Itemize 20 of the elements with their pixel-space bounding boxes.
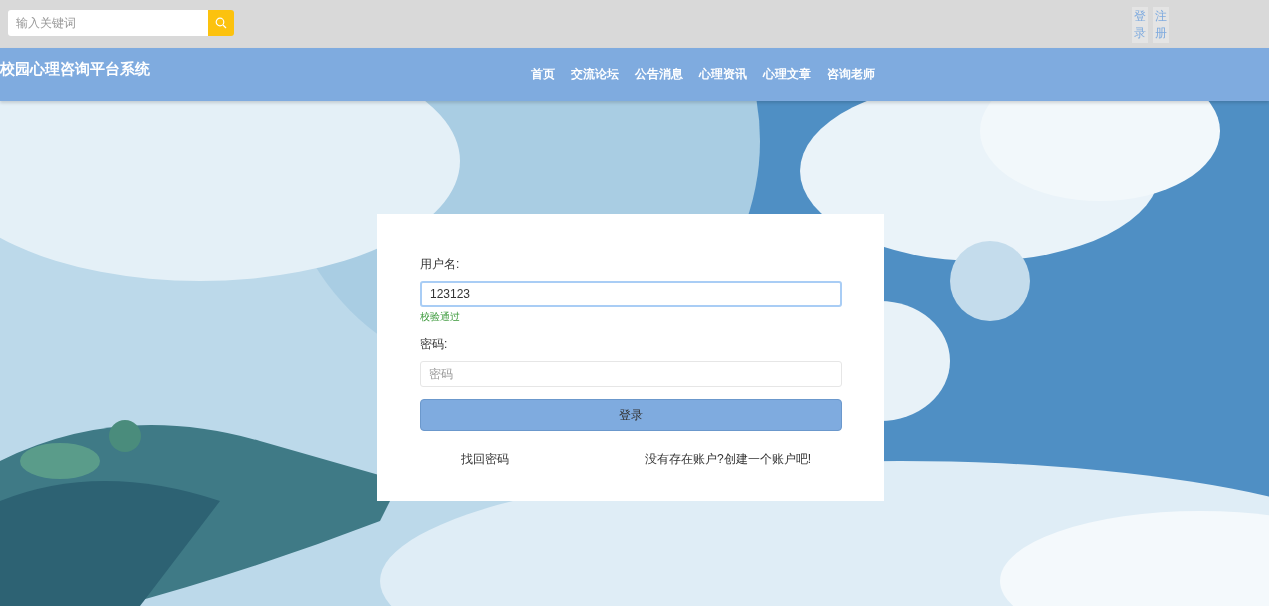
form-link[interactable]: 没有存在账户?创建一个账户吧!	[645, 451, 811, 468]
search-button[interactable]	[208, 10, 234, 36]
nav-link[interactable]: 心理资讯	[698, 66, 747, 83]
nav-link[interactable]: 心理文章	[762, 66, 811, 83]
nav-link[interactable]: 咨询老师	[826, 66, 875, 83]
nav-link[interactable]: 公告消息	[634, 66, 683, 83]
search-field[interactable]: 输入关键词	[8, 10, 208, 36]
nav-link[interactable]: 交流论坛	[570, 66, 619, 83]
form-link[interactable]: 找回密码	[461, 451, 509, 468]
nav-link[interactable]: 首页	[530, 66, 555, 83]
field-label: 用户名:	[420, 256, 461, 273]
auth-link[interactable]: 登录	[1132, 7, 1148, 43]
search-icon	[215, 17, 227, 29]
username-field[interactable]: 123123	[420, 281, 842, 307]
field-label: 密码:	[420, 336, 449, 353]
site-title: 校园心理咨询平台系统	[0, 60, 150, 79]
auth-link[interactable]: 注册	[1153, 7, 1169, 43]
login-button[interactable]: 登录	[420, 399, 842, 431]
password-field[interactable]: 密码	[420, 361, 842, 387]
validation-message: 校验通过	[420, 310, 460, 324]
